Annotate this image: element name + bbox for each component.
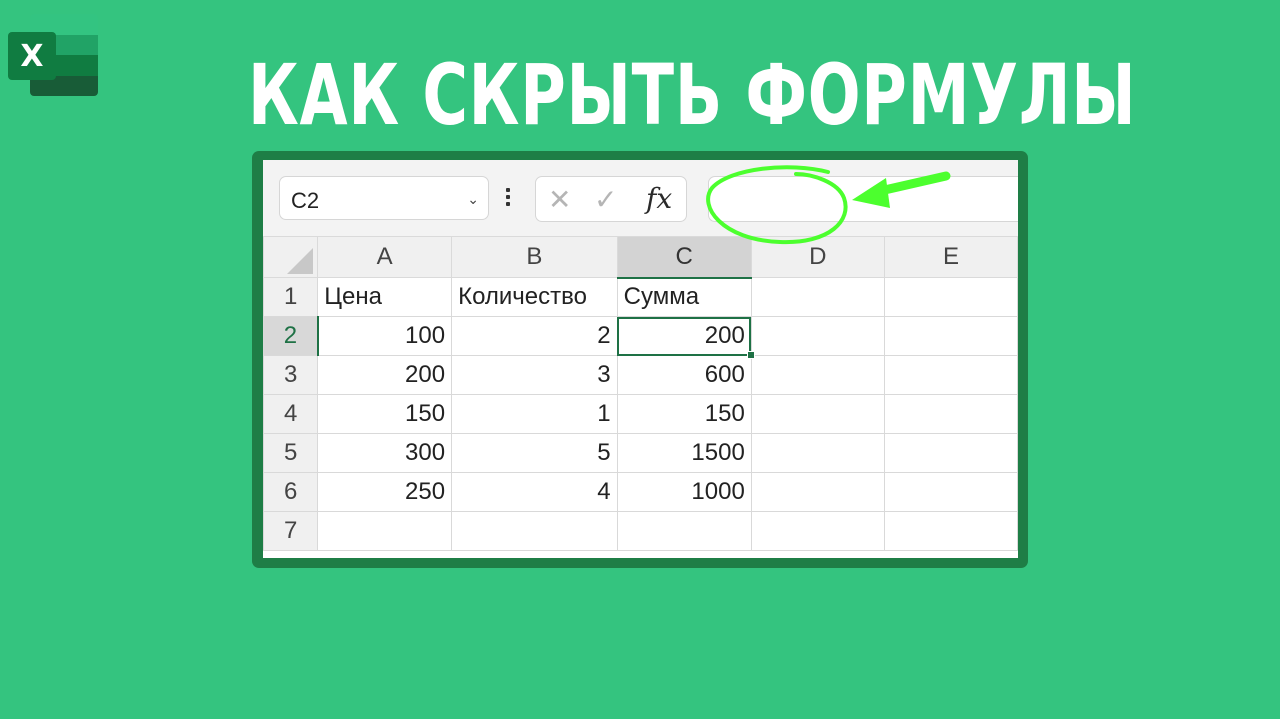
- chevron-down-icon[interactable]: ⌄: [467, 191, 479, 208]
- enter-icon[interactable]: ✓: [594, 183, 617, 216]
- cell-b3[interactable]: 3: [451, 355, 618, 395]
- cell-b4[interactable]: 1: [451, 394, 618, 434]
- name-box[interactable]: C2 ⌄: [279, 176, 489, 220]
- table-row: 5 300 5 1500: [263, 433, 1018, 473]
- table-row: 1 Цена Количество Сумма: [263, 277, 1018, 317]
- excel-logo-icon: X: [8, 14, 100, 98]
- cell-b6[interactable]: 4: [451, 472, 618, 512]
- cell-a2[interactable]: 100: [317, 316, 453, 356]
- row-header-5[interactable]: 5: [263, 433, 319, 473]
- formula-buttons: ✕ ✓ fx: [535, 176, 687, 222]
- cell-a7[interactable]: [317, 511, 453, 551]
- cell-d2[interactable]: [750, 316, 885, 356]
- cell-e2[interactable]: [883, 316, 1018, 356]
- row-header-1[interactable]: 1: [263, 277, 319, 317]
- cell-a3[interactable]: 200: [317, 355, 453, 395]
- row-header-4[interactable]: 4: [263, 394, 319, 434]
- insert-function-icon[interactable]: fx: [646, 182, 672, 215]
- cell-b7[interactable]: [451, 511, 618, 551]
- select-all-triangle-icon: [287, 248, 313, 274]
- row-header-3[interactable]: 3: [263, 355, 319, 395]
- cell-c3[interactable]: 600: [616, 355, 752, 395]
- more-options-icon[interactable]: [506, 188, 510, 209]
- spreadsheet-grid: A B C D E 1 Цена Количество Сумма 2 100 …: [263, 236, 1018, 551]
- cell-a4[interactable]: 150: [317, 394, 453, 434]
- row-header-6[interactable]: 6: [263, 472, 319, 512]
- table-row: 6 250 4 1000: [263, 472, 1018, 512]
- excel-logo-badge: X: [8, 32, 56, 80]
- cell-b2[interactable]: 2: [451, 316, 618, 356]
- cell-d3[interactable]: [750, 355, 885, 395]
- cell-c2-value: 200: [704, 322, 745, 349]
- cell-e5[interactable]: [883, 433, 1018, 473]
- cell-d1[interactable]: [750, 277, 885, 317]
- cell-e7[interactable]: [883, 511, 1018, 551]
- cell-d5[interactable]: [750, 433, 885, 473]
- table-row: 7: [263, 511, 1018, 551]
- column-header-b[interactable]: B: [451, 236, 618, 278]
- cell-e6[interactable]: [883, 472, 1018, 512]
- cell-d7[interactable]: [750, 511, 885, 551]
- cell-c5[interactable]: 1500: [616, 433, 752, 473]
- highlight-annotation: [706, 165, 951, 245]
- arrow-head-icon: [852, 178, 890, 208]
- column-header-a[interactable]: A: [317, 236, 453, 278]
- cell-c6[interactable]: 1000: [616, 472, 752, 512]
- name-box-value: C2: [291, 188, 320, 213]
- highlight-circle-icon: [706, 165, 848, 245]
- table-row: 3 200 3 600: [263, 355, 1018, 395]
- cell-b5[interactable]: 5: [451, 433, 618, 473]
- cell-c7[interactable]: [616, 511, 752, 551]
- cell-c1[interactable]: Сумма: [616, 277, 752, 317]
- cell-a6[interactable]: 250: [317, 472, 453, 512]
- cell-e1[interactable]: [883, 277, 1018, 317]
- row-header-2[interactable]: 2: [263, 316, 319, 356]
- cell-d4[interactable]: [750, 394, 885, 434]
- cell-e4[interactable]: [883, 394, 1018, 434]
- cell-c2-selected[interactable]: 200: [616, 316, 755, 359]
- table-row: 2 100 2 200: [263, 316, 1018, 359]
- fill-handle[interactable]: [746, 351, 755, 359]
- page-title: КАК СКРЫТЬ ФОРМУЛЫ: [248, 46, 1137, 144]
- cell-a1[interactable]: Цена: [317, 277, 453, 317]
- row-header-7[interactable]: 7: [263, 511, 319, 551]
- cell-b1[interactable]: Количество: [451, 277, 618, 317]
- table-row: 4 150 1 150: [263, 394, 1018, 434]
- cell-c4[interactable]: 150: [616, 394, 752, 434]
- cell-e3[interactable]: [883, 355, 1018, 395]
- cell-d6[interactable]: [750, 472, 885, 512]
- cell-a5[interactable]: 300: [317, 433, 453, 473]
- cancel-icon[interactable]: ✕: [548, 183, 571, 216]
